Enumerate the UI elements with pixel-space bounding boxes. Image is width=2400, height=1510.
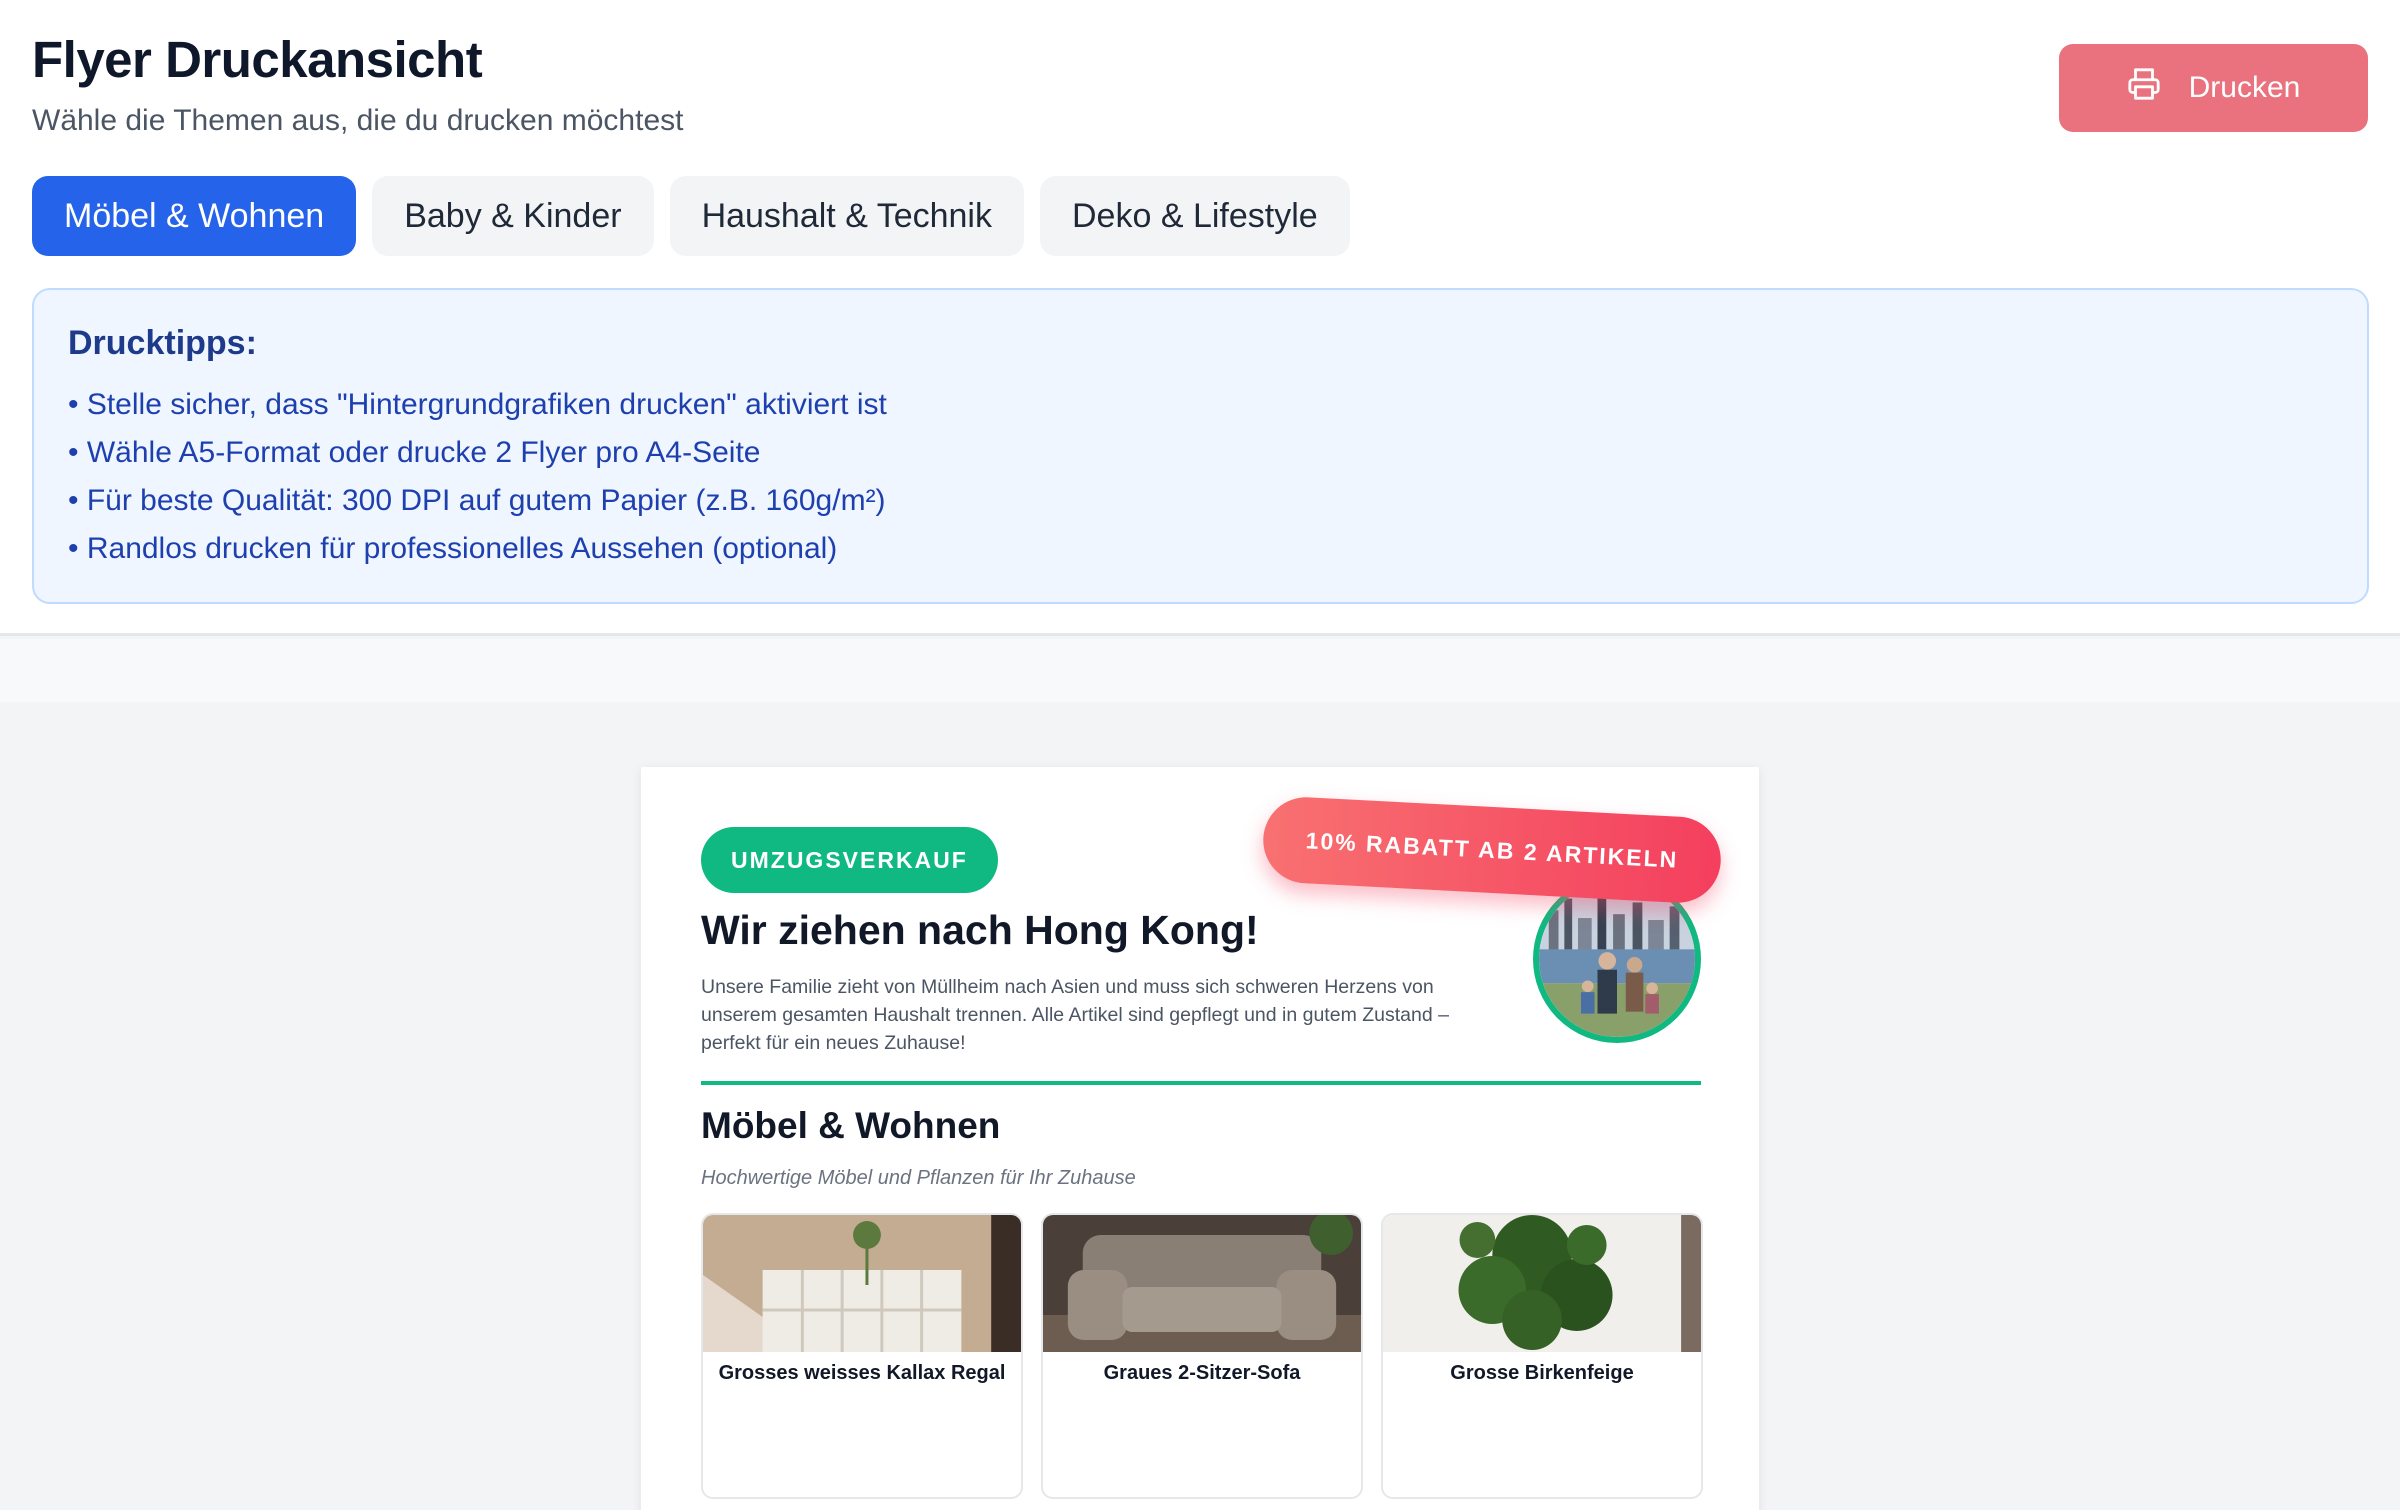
discount-ribbon: 10% RABATT AB 2 ARTIKELN [1261,795,1723,905]
print-view-header: Flyer Druckansicht Wähle die Themen aus,… [0,0,2400,636]
tab-moebel-wohnen[interactable]: Möbel & Wohnen [32,176,357,256]
tab-haushalt-technik[interactable]: Haushalt & Technik [669,176,1024,256]
product-card: Graues 2-Sitzer-Sofa [1041,1213,1363,1499]
print-tip: • Stelle sicher, dass "Hintergrundgrafik… [68,388,887,421]
topic-tabs: Möbel & Wohnen Baby & Kinder Haushalt & … [32,176,1350,256]
section-subtitle: Hochwertige Möbel und Pflanzen für Ihr Z… [701,1167,1136,1189]
page-subtitle: Wähle die Themen aus, die du drucken möc… [32,104,684,137]
print-tips-title: Drucktipps: [68,324,257,362]
product-grid: Grosses weisses Kallax Regal Graues 2-Si… [701,1213,1703,1499]
product-name: Grosses weisses Kallax Regal [718,1362,1006,1384]
product-name: Grosse Birkenfeige [1450,1362,1634,1384]
product-photo-kallax [703,1215,1021,1352]
printer-icon [2127,67,2161,109]
section-title: Möbel & Wohnen [701,1105,1001,1146]
page-title: Flyer Druckansicht [32,31,483,88]
product-photo-birkenfeige [1383,1215,1701,1352]
flyer-headline: Wir ziehen nach Hong Kong! [701,907,1259,953]
tab-deko-lifestyle[interactable]: Deko & Lifestyle [1040,176,1350,256]
print-tip: • Randlos drucken für professionelles Au… [68,532,838,565]
separator-band [0,639,2400,702]
product-card: Grosses weisses Kallax Regal [701,1213,1023,1499]
product-card: Grosse Birkenfeige [1381,1213,1703,1499]
print-button-label: Drucken [2188,71,2301,104]
print-tip: • Wähle A5-Format oder drucke 2 Flyer pr… [68,436,761,469]
flyer-intro-text: Unsere Familie zieht von Müllheim nach A… [701,976,1449,1054]
print-tips-box: Drucktipps: • Stelle sicher, dass "Hinte… [32,288,2369,604]
product-photo-sofa [1043,1215,1361,1352]
print-button[interactable]: Drucken [2059,44,2368,132]
tab-baby-kinder[interactable]: Baby & Kinder [372,176,654,256]
print-tip: • Für beste Qualität: 300 DPI auf gutem … [68,484,886,517]
product-name: Graues 2-Sitzer-Sofa [1103,1362,1301,1384]
green-divider [701,1081,1701,1085]
moving-sale-badge: UMZUGSVERKAUF [701,827,998,893]
flyer-preview: UMZUGSVERKAUF 10% RABATT AB 2 ARTIKELN W… [641,767,1759,1510]
